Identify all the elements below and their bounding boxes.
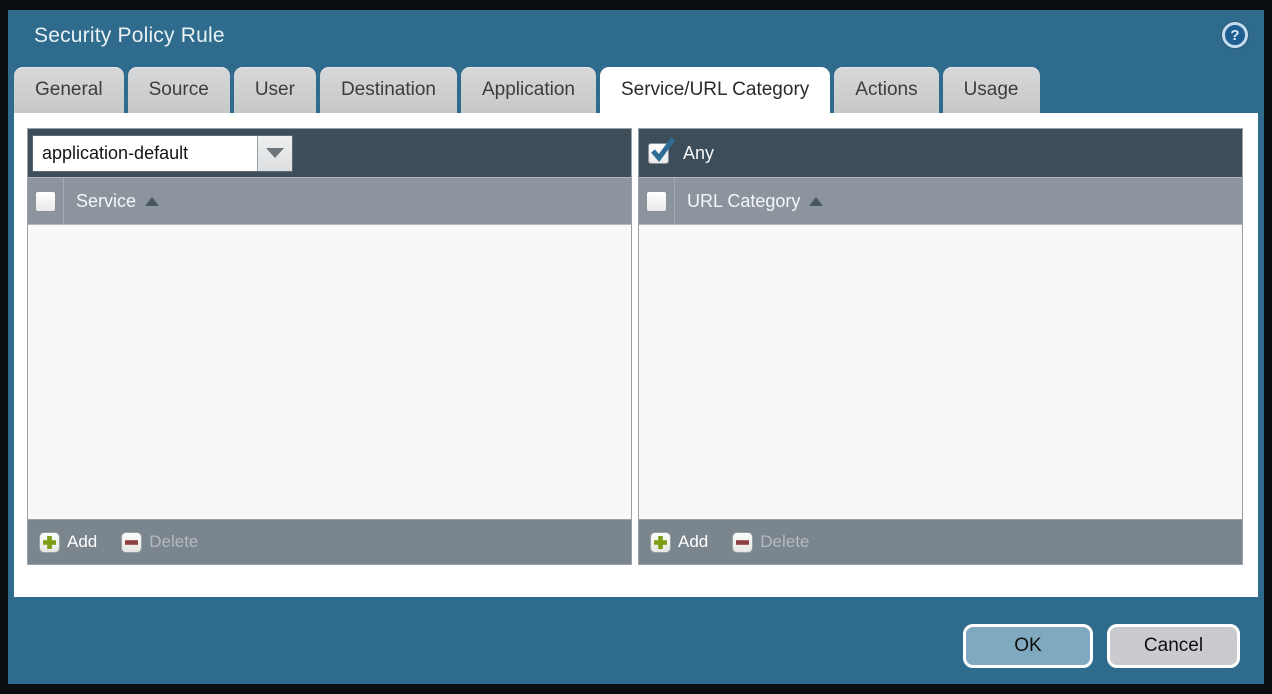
tab-content: application-default Service Add bbox=[14, 113, 1258, 597]
plus-icon bbox=[39, 532, 60, 553]
service-add-label: Add bbox=[67, 532, 97, 552]
url-category-list bbox=[639, 225, 1242, 519]
url-category-panel-header: Any bbox=[639, 129, 1242, 177]
tab-strip: General Source User Destination Applicat… bbox=[14, 67, 1040, 113]
url-category-column-label: URL Category bbox=[687, 191, 800, 212]
service-delete-button: Delete bbox=[121, 532, 198, 553]
url-category-panel: Any URL Category Add bbox=[638, 128, 1243, 565]
tab-user[interactable]: User bbox=[234, 67, 316, 113]
url-category-select-all-cell bbox=[639, 178, 675, 224]
service-panel-header: application-default bbox=[28, 129, 631, 177]
service-panel: application-default Service Add bbox=[27, 128, 632, 565]
plus-icon bbox=[650, 532, 671, 553]
minus-icon bbox=[121, 532, 142, 553]
service-column-label: Service bbox=[76, 191, 136, 212]
title-bar: Security Policy Rule ? bbox=[8, 10, 1264, 62]
service-list bbox=[28, 225, 631, 519]
tab-general[interactable]: General bbox=[14, 67, 124, 113]
tab-usage[interactable]: Usage bbox=[943, 67, 1040, 113]
tab-actions[interactable]: Actions bbox=[834, 67, 938, 113]
tab-source[interactable]: Source bbox=[128, 67, 230, 113]
dialog-title: Security Policy Rule bbox=[8, 24, 225, 48]
minus-icon bbox=[732, 532, 753, 553]
service-add-button[interactable]: Add bbox=[39, 532, 97, 553]
url-category-delete-label: Delete bbox=[760, 532, 809, 552]
tab-destination[interactable]: Destination bbox=[320, 67, 457, 113]
tab-application[interactable]: Application bbox=[461, 67, 596, 113]
service-panel-footer: Add Delete bbox=[28, 519, 631, 564]
any-label: Any bbox=[683, 143, 714, 164]
security-policy-rule-dialog: Security Policy Rule ? General Source Us… bbox=[8, 10, 1264, 684]
chevron-down-icon[interactable] bbox=[257, 136, 292, 171]
url-category-delete-button: Delete bbox=[732, 532, 809, 553]
any-checkbox[interactable] bbox=[648, 143, 669, 164]
url-category-select-all-checkbox[interactable] bbox=[646, 191, 667, 212]
ok-button[interactable]: OK bbox=[963, 624, 1093, 668]
service-column-header[interactable]: Service bbox=[28, 177, 631, 225]
url-category-column-header[interactable]: URL Category bbox=[639, 177, 1242, 225]
cancel-button[interactable]: Cancel bbox=[1107, 624, 1240, 668]
service-type-dropdown-value: application-default bbox=[33, 136, 257, 171]
service-select-all-cell bbox=[28, 178, 64, 224]
help-icon[interactable]: ? bbox=[1222, 22, 1248, 48]
service-select-all-checkbox[interactable] bbox=[35, 191, 56, 212]
dialog-action-buttons: OK Cancel bbox=[963, 624, 1240, 668]
tab-service-url-category[interactable]: Service/URL Category bbox=[600, 67, 830, 113]
sort-ascending-icon bbox=[145, 197, 159, 206]
url-category-add-button[interactable]: Add bbox=[650, 532, 708, 553]
url-category-panel-footer: Add Delete bbox=[639, 519, 1242, 564]
sort-ascending-icon bbox=[809, 197, 823, 206]
url-category-add-label: Add bbox=[678, 532, 708, 552]
service-type-dropdown[interactable]: application-default bbox=[32, 135, 293, 172]
service-delete-label: Delete bbox=[149, 532, 198, 552]
